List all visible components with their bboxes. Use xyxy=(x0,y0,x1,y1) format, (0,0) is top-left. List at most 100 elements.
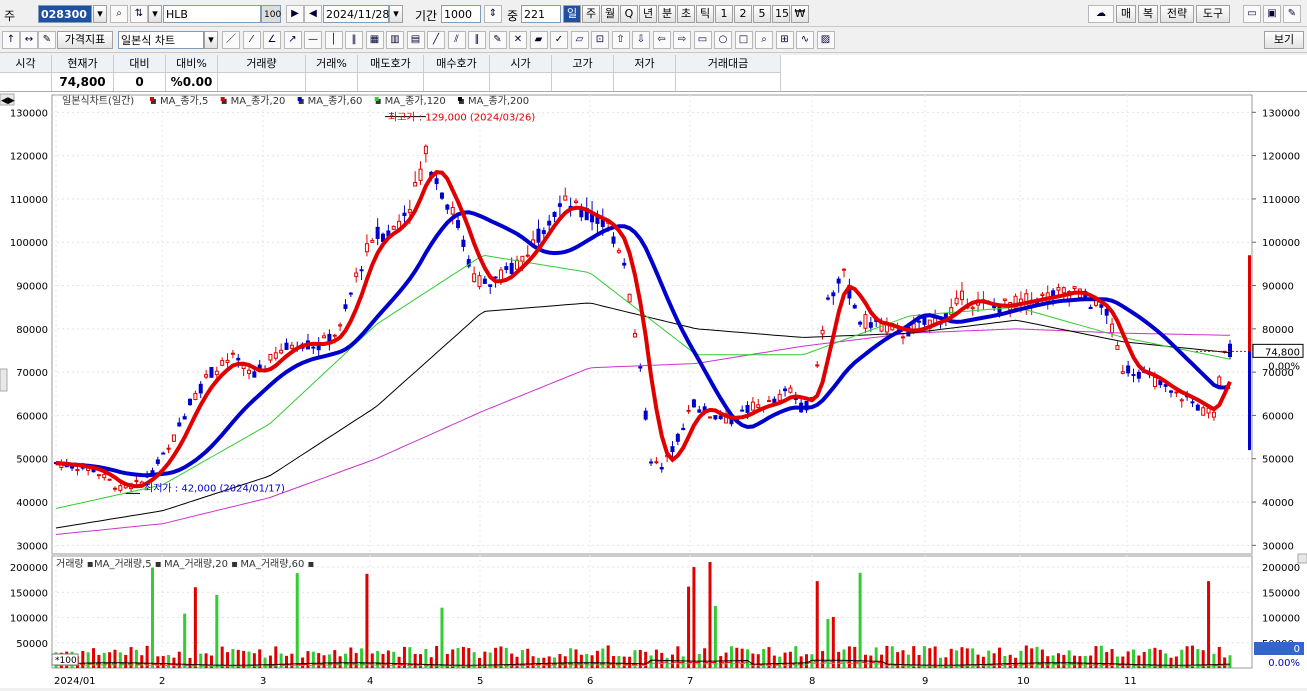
stock-code-input[interactable]: 028300 xyxy=(38,5,92,23)
save-icon[interactable]: ▣ xyxy=(1263,5,1281,23)
interval-button-11[interactable]: 15 xyxy=(772,5,790,23)
current-price-label: 74,800 xyxy=(1265,347,1300,358)
draw-arc-icon[interactable]: ╱ xyxy=(427,31,445,49)
volume-bar xyxy=(1008,654,1012,668)
draw-delete-icon[interactable]: ✕ xyxy=(509,31,527,49)
edit-icon[interactable]: ✎ xyxy=(38,31,56,49)
candle-body xyxy=(402,212,407,217)
draw-fill-icon[interactable]: ▰ xyxy=(529,31,548,49)
draw-up-icon[interactable]: ⇧ xyxy=(611,31,630,49)
draw-check-icon[interactable]: ✓ xyxy=(550,31,568,49)
middle-input[interactable]: 221 xyxy=(521,5,561,23)
interval-button-1[interactable]: 주 xyxy=(582,5,600,23)
candle-body xyxy=(477,275,482,288)
draw-cycle-icon[interactable]: ∥ xyxy=(468,31,486,49)
draw-shape-icon[interactable]: ▱ xyxy=(570,31,589,49)
prev-arrow-icon[interactable]: ◀ xyxy=(304,5,322,23)
price-tick-right: 120000 xyxy=(1262,152,1300,163)
candle-body xyxy=(750,401,755,411)
draw-down-icon[interactable]: ⇩ xyxy=(632,31,650,49)
quote-column-title: 거래대금 xyxy=(676,55,780,73)
price-tick-right: 130000 xyxy=(1262,108,1300,119)
period-input[interactable]: 1000 xyxy=(441,5,481,23)
draw-circle-icon[interactable]: ○ xyxy=(714,31,732,49)
candle-body xyxy=(214,370,219,376)
draw-channel-icon[interactable]: ⫽ xyxy=(447,31,466,49)
candle-body xyxy=(1228,343,1232,358)
date-dropdown-button[interactable]: ▾ xyxy=(389,5,403,23)
draw-ray-icon[interactable]: ⁄ xyxy=(242,31,261,49)
volume-bar xyxy=(1078,656,1082,668)
draw-line-icon[interactable]: ／ xyxy=(222,31,240,49)
search-icon[interactable]: ⌕ xyxy=(110,5,128,23)
draw-zoom-icon[interactable]: ⌕ xyxy=(755,31,773,49)
draw-pattern-icon[interactable]: ▨ xyxy=(816,31,835,49)
draw-zoom-box-icon[interactable]: ⊡ xyxy=(591,31,609,49)
interval-button-10[interactable]: 5 xyxy=(753,5,771,23)
interval-button-6[interactable]: 초 xyxy=(677,5,695,23)
code-dropdown-button[interactable]: ▾ xyxy=(93,5,107,23)
next-arrow-icon[interactable]: ▶ xyxy=(286,5,304,23)
volume-bar xyxy=(729,646,733,668)
stock-name-field[interactable]: HLB xyxy=(163,5,261,23)
draw-wave-icon[interactable]: ∿ xyxy=(796,31,814,49)
chart-type-dropdown-button[interactable]: ▾ xyxy=(204,31,218,49)
candle-body xyxy=(407,209,412,214)
draw-left-icon[interactable]: ⇦ xyxy=(652,31,671,49)
volume-bar xyxy=(563,656,567,668)
interval-button-9[interactable]: 2 xyxy=(734,5,752,23)
draw-trend-icon[interactable]: ↗ xyxy=(283,31,302,49)
interval-button-2[interactable]: 월 xyxy=(601,5,619,23)
toolbar-right-button-3[interactable]: 도구 xyxy=(1196,5,1230,23)
draw-grid-icon[interactable]: ▦ xyxy=(365,31,384,49)
draw-frame-icon[interactable]: ▭ xyxy=(693,31,712,49)
sort-icon[interactable]: ⇅ xyxy=(130,5,148,23)
candle-body xyxy=(423,145,428,155)
draw-fibo-vertical-icon[interactable]: ▥ xyxy=(386,31,404,49)
expand-horizontal-icon[interactable]: ↔ xyxy=(20,31,38,49)
candle-body xyxy=(697,409,702,413)
date-input[interactable]: 2024/11/28 xyxy=(323,5,389,23)
draw-settings-icon[interactable]: ⊞ xyxy=(775,31,794,49)
x-axis-label: 9 xyxy=(922,676,928,687)
chart-area[interactable]: ◀▶ 130000 130000 120000 120000 110000 110000 1… xyxy=(0,92,1307,688)
volume-bar xyxy=(317,653,321,668)
price-volume-chart[interactable]: ◀▶ 130000 130000 120000 120000 110000 110000 1… xyxy=(0,92,1307,688)
draw-vertical-line-icon[interactable]: │ xyxy=(324,31,343,49)
arrow-up-icon[interactable]: ↑ xyxy=(2,31,20,49)
candle-body xyxy=(525,254,530,257)
folder-icon[interactable]: ▭ xyxy=(1243,5,1261,23)
view-button[interactable]: 보기 xyxy=(1264,31,1304,49)
interval-button-0[interactable]: 일 xyxy=(563,5,581,23)
interval-button-4[interactable]: 년 xyxy=(639,5,657,23)
max-annotation: 최고가 : 129,000 (2024/03/26) xyxy=(388,112,535,124)
interval-button-3[interactable]: Q xyxy=(620,5,638,23)
candle-body xyxy=(959,290,964,301)
sort-dropdown-button[interactable]: ▾ xyxy=(148,5,162,23)
toolbar-right-button-0[interactable]: 매 xyxy=(1116,5,1136,23)
indicator-button[interactable]: 가격지표 xyxy=(57,31,113,49)
cloud-icon[interactable]: ☁ xyxy=(1088,5,1114,23)
chart-type-select[interactable]: 일본식 차트 xyxy=(118,31,204,49)
interval-button-8[interactable]: 1 xyxy=(715,5,733,23)
draw-parallel-icon[interactable]: ‖ xyxy=(345,31,363,49)
candle-body xyxy=(230,352,235,355)
draw-right-icon[interactable]: ⇨ xyxy=(673,31,691,49)
interval-button-12[interactable]: ₩ xyxy=(791,5,809,23)
period-spin-icon[interactable]: ⇕ xyxy=(484,5,502,23)
draw-horizontal-line-icon[interactable]: — xyxy=(304,31,322,49)
interval-button-5[interactable]: 분 xyxy=(658,5,676,23)
draw-square-icon[interactable]: □ xyxy=(734,31,753,49)
toolbar-right-button-1[interactable]: 복 xyxy=(1138,5,1158,23)
draw-angle-icon[interactable]: ∠ xyxy=(263,31,281,49)
candle-body xyxy=(1061,287,1066,294)
toolbar-right-button-2[interactable]: 전략 xyxy=(1160,5,1194,23)
price-tick-right: 30000 xyxy=(1262,541,1294,552)
quote-column-value: 0 xyxy=(135,75,144,89)
draw-pencil-icon[interactable]: ✎ xyxy=(488,31,507,49)
interval-button-7[interactable]: 틱 xyxy=(696,5,714,23)
draw-fibo-fan-icon[interactable]: ▤ xyxy=(406,31,425,49)
wrench-icon[interactable]: ✎ xyxy=(1283,5,1301,23)
price-tick-right: 40000 xyxy=(1262,498,1294,509)
volume-bar xyxy=(1051,655,1055,668)
